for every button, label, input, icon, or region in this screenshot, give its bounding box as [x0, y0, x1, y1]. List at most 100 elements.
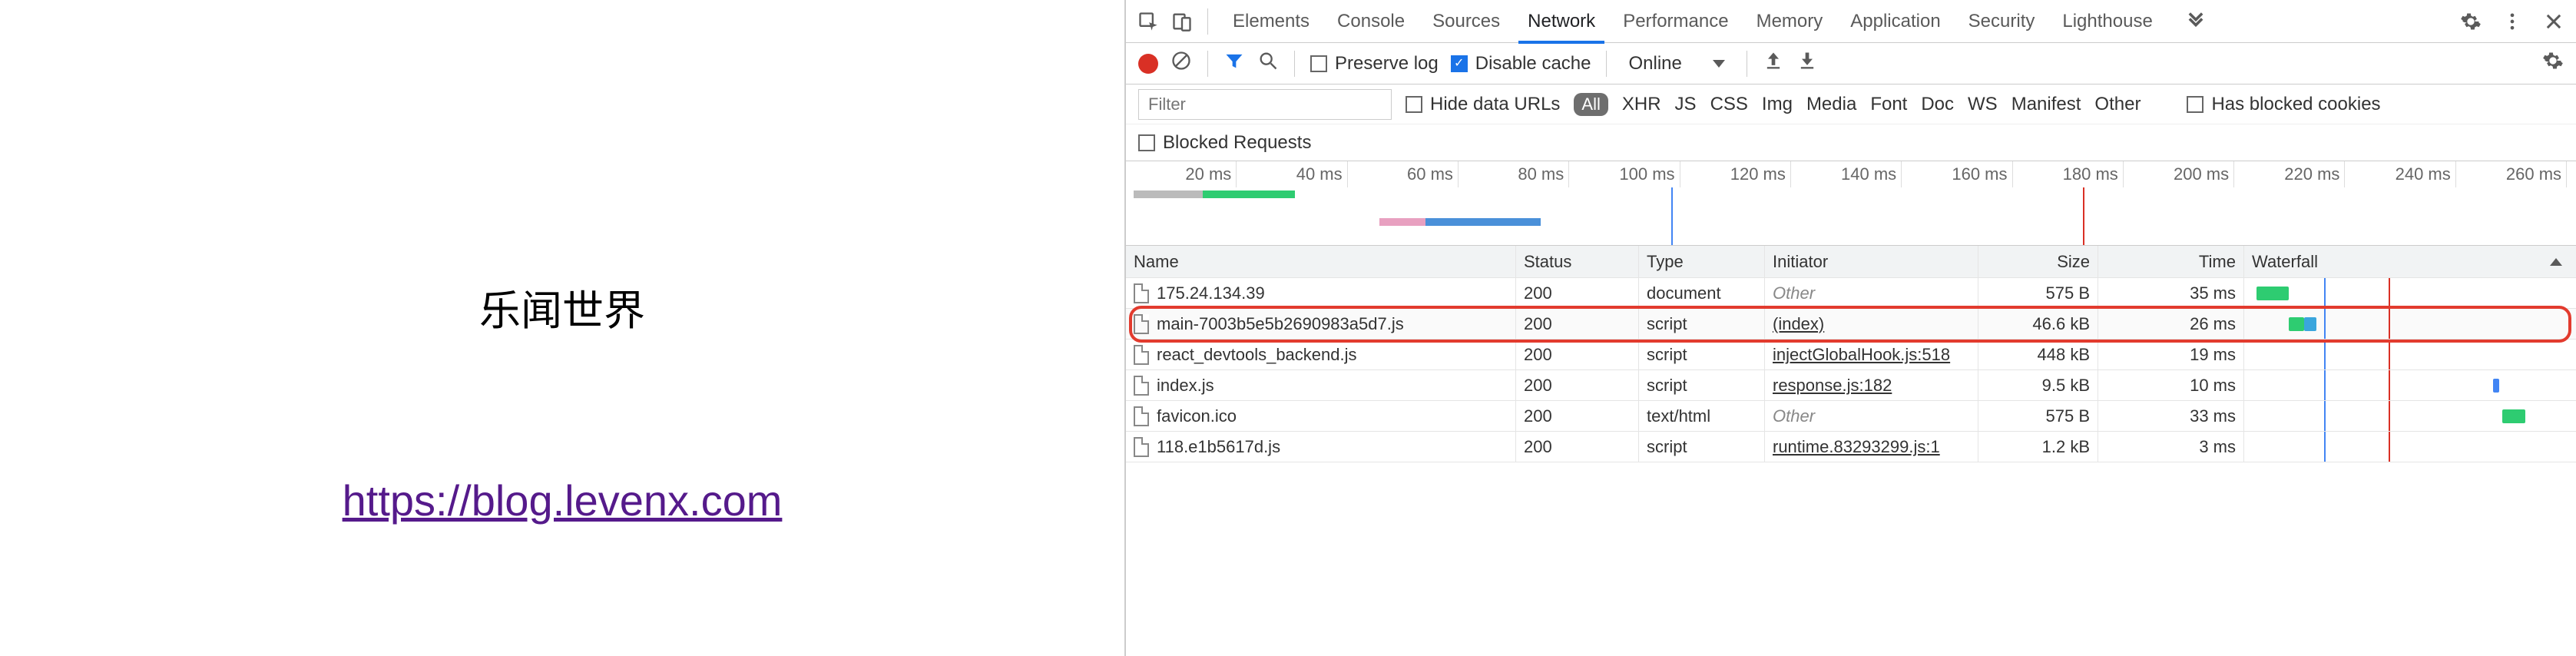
settings-icon[interactable]	[2456, 7, 2485, 36]
cell-status: 200	[1516, 401, 1639, 431]
initiator-link[interactable]: response.js:182	[1773, 376, 1892, 396]
blocked-requests-bar: Blocked Requests	[1126, 124, 2576, 161]
tab-memory[interactable]: Memory	[1743, 0, 1837, 43]
col-header-type[interactable]: Type	[1639, 246, 1765, 277]
timeline-lanes	[1126, 187, 2576, 245]
table-row[interactable]: index.js200scriptresponse.js:1829.5 kB10…	[1126, 370, 2576, 401]
cell-type: script	[1639, 432, 1765, 462]
preserve-log-checkbox[interactable]: Preserve log	[1310, 53, 1439, 75]
search-icon[interactable]	[1257, 50, 1279, 77]
timeline-tick: 220 ms	[2234, 161, 2345, 187]
network-settings-icon[interactable]	[2542, 50, 2564, 77]
filter-type-js[interactable]: JS	[1675, 94, 1697, 115]
cell-size: 1.2 kB	[1978, 432, 2098, 462]
cell-size: 575 B	[1978, 278, 2098, 308]
kebab-menu-icon[interactable]	[2498, 7, 2527, 36]
cell-type: document	[1639, 278, 1765, 308]
col-header-status[interactable]: Status	[1516, 246, 1639, 277]
filter-type-media[interactable]: Media	[1806, 94, 1856, 115]
hide-data-urls-checkbox[interactable]: Hide data URLs	[1406, 94, 1560, 115]
filter-type-manifest[interactable]: Manifest	[2011, 94, 2081, 115]
download-har-icon[interactable]	[1796, 50, 1818, 77]
col-header-waterfall-label: Waterfall	[2252, 252, 2318, 272]
tab-network[interactable]: Network	[1514, 0, 1609, 43]
blocked-requests-checkbox[interactable]: Blocked Requests	[1138, 132, 1311, 154]
cell-time: 33 ms	[2098, 401, 2244, 431]
clear-icon[interactable]	[1170, 50, 1192, 77]
tab-overflow[interactable]	[2171, 0, 2220, 43]
timeline-tick: 200 ms	[2124, 161, 2234, 187]
initiator-link[interactable]: runtime.83293299.js:1	[1773, 437, 1940, 457]
col-header-name[interactable]: Name	[1126, 246, 1516, 277]
cell-status: 200	[1516, 278, 1639, 308]
close-devtools-icon[interactable]	[2539, 7, 2568, 36]
tab-sources[interactable]: Sources	[1419, 0, 1514, 43]
timeline-tick: 180 ms	[2013, 161, 2124, 187]
request-name: favicon.ico	[1157, 406, 1237, 426]
cell-waterfall	[2244, 432, 2576, 462]
filter-all-pill[interactable]: All	[1574, 93, 1608, 116]
timeline-tick: 120 ms	[1680, 161, 1791, 187]
request-name: 118.e1b5617d.js	[1157, 437, 1280, 457]
timeline-tick: 260 ms	[2456, 161, 2567, 187]
timeline-tick: 80 ms	[1459, 161, 1569, 187]
inspect-element-icon[interactable]	[1134, 7, 1163, 36]
cell-time: 26 ms	[2098, 309, 2244, 339]
filter-type-doc[interactable]: Doc	[1921, 94, 1954, 115]
sort-asc-icon	[2550, 258, 2562, 266]
initiator-link[interactable]: injectGlobalHook.js:518	[1773, 345, 1950, 365]
cell-time: 3 ms	[2098, 432, 2244, 462]
timeline-tick: 60 ms	[1348, 161, 1459, 187]
filter-type-ws[interactable]: WS	[1968, 94, 1998, 115]
network-timeline[interactable]: 20 ms40 ms60 ms80 ms100 ms120 ms140 ms16…	[1126, 161, 2576, 246]
tab-performance[interactable]: Performance	[1609, 0, 1742, 43]
initiator-link[interactable]: (index)	[1773, 314, 1824, 334]
table-row[interactable]: 118.e1b5617d.js200scriptruntime.83293299…	[1126, 432, 2576, 462]
col-header-waterfall[interactable]: Waterfall	[2244, 246, 2576, 277]
table-row[interactable]: react_devtools_backend.js200scriptinject…	[1126, 340, 2576, 370]
cell-name: 175.24.134.39	[1126, 278, 1516, 308]
tab-console[interactable]: Console	[1323, 0, 1419, 43]
filter-type-css[interactable]: CSS	[1710, 94, 1748, 115]
col-header-initiator[interactable]: Initiator	[1765, 246, 1978, 277]
filter-icon[interactable]	[1223, 50, 1245, 77]
filter-type-img[interactable]: Img	[1762, 94, 1793, 115]
site-link[interactable]: https://blog.levenx.com	[343, 475, 783, 525]
cell-size: 9.5 kB	[1978, 370, 2098, 400]
record-button[interactable]	[1138, 54, 1158, 74]
tab-security[interactable]: Security	[1955, 0, 2049, 43]
cell-waterfall	[2244, 401, 2576, 431]
table-row[interactable]: 175.24.134.39200documentOther575 B35 ms	[1126, 278, 2576, 309]
cell-name: react_devtools_backend.js	[1126, 340, 1516, 369]
tab-elements[interactable]: Elements	[1219, 0, 1323, 43]
filter-type-font[interactable]: Font	[1870, 94, 1907, 115]
has-blocked-cookies-label: Has blocked cookies	[2211, 94, 2380, 115]
cell-waterfall	[2244, 278, 2576, 308]
cell-size: 46.6 kB	[1978, 309, 2098, 339]
timeline-tick: 240 ms	[2345, 161, 2455, 187]
filter-type-other[interactable]: Other	[2094, 94, 2141, 115]
device-toolbar-icon[interactable]	[1167, 7, 1197, 36]
preserve-log-label: Preserve log	[1335, 53, 1439, 75]
devtools-tabbar: ElementsConsoleSourcesNetworkPerformance…	[1126, 0, 2576, 43]
throttling-select[interactable]: Online	[1622, 53, 1730, 75]
cell-time: 10 ms	[2098, 370, 2244, 400]
tab-lighthouse[interactable]: Lighthouse	[2048, 0, 2166, 43]
tab-application[interactable]: Application	[1836, 0, 1954, 43]
disable-cache-checkbox[interactable]: Disable cache	[1451, 53, 1591, 75]
col-header-time[interactable]: Time	[2098, 246, 2244, 277]
cell-waterfall	[2244, 340, 2576, 369]
col-header-size[interactable]: Size	[1978, 246, 2098, 277]
request-name: main-7003b5e5b2690983a5d7.js	[1157, 314, 1404, 334]
has-blocked-cookies-checkbox[interactable]: Has blocked cookies	[2187, 94, 2380, 115]
timeline-tick: 100 ms	[1569, 161, 1680, 187]
table-row[interactable]: favicon.ico200text/htmlOther575 B33 ms	[1126, 401, 2576, 432]
filter-input[interactable]	[1138, 89, 1392, 120]
timeline-tick: 140 ms	[1791, 161, 1902, 187]
page-content: 乐闻世界 https://blog.levenx.com	[0, 0, 1126, 656]
upload-har-icon[interactable]	[1763, 50, 1784, 77]
table-row[interactable]: main-7003b5e5b2690983a5d7.js200script(in…	[1126, 309, 2576, 340]
network-table: Name Status Type Initiator Size Time Wat…	[1126, 246, 2576, 656]
cell-initiator: Other	[1765, 401, 1978, 431]
filter-type-xhr[interactable]: XHR	[1622, 94, 1661, 115]
